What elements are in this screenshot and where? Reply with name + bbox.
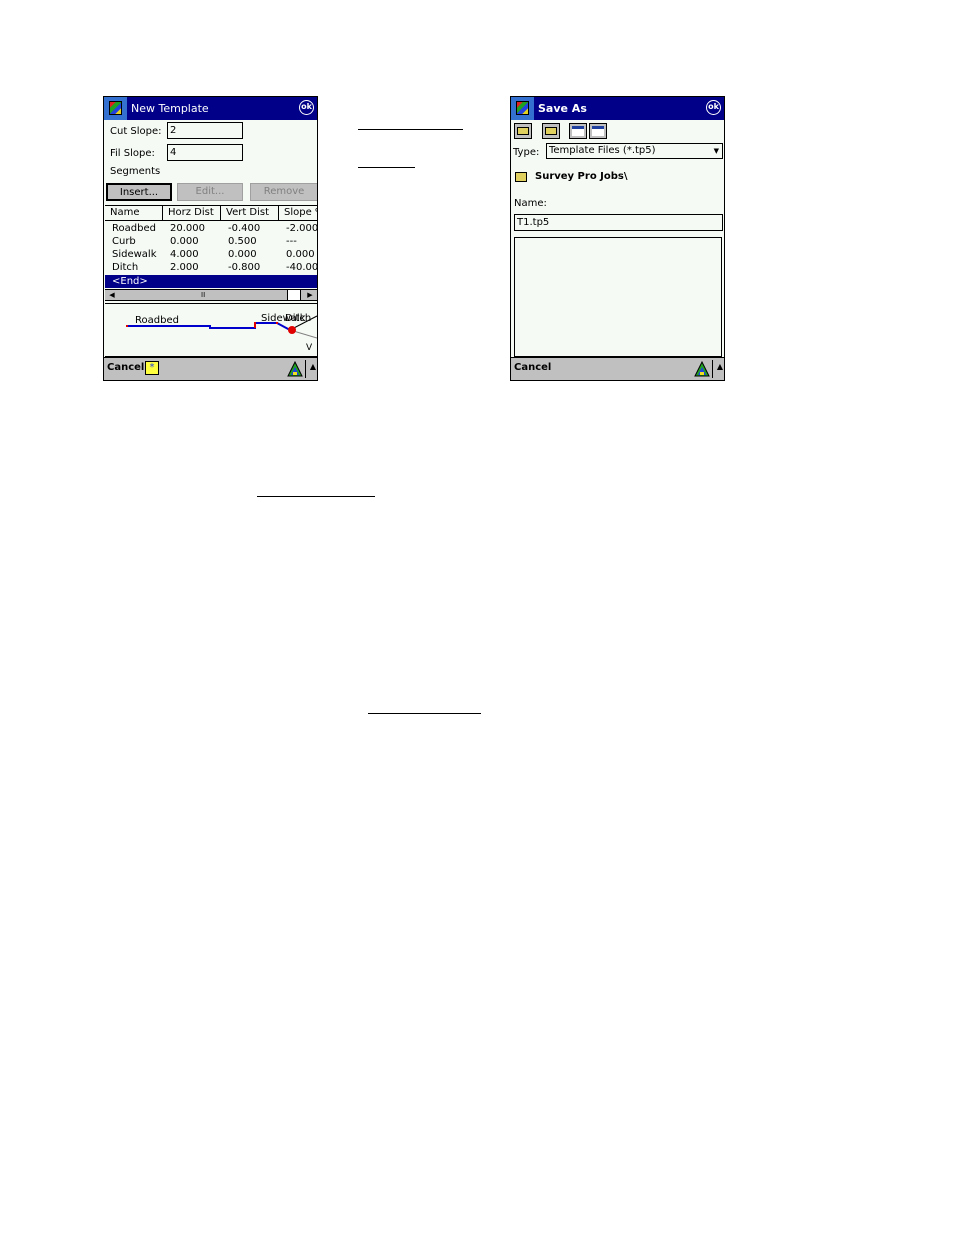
- list-view-icon: [572, 126, 584, 136]
- profile-label-ditch: Ditch: [285, 313, 311, 324]
- cell-name: Sidewalk: [112, 249, 157, 260]
- cell-vert-dist: -0.400: [228, 223, 261, 234]
- fill-slope-input[interactable]: 4: [167, 144, 243, 161]
- template-profile-view[interactable]: Roadbed Sidewalk Ditch V: [105, 303, 317, 357]
- file-list[interactable]: [514, 237, 722, 357]
- save-as-screen: Save As ok Type: Template Files (*.tp5) …: [510, 96, 725, 381]
- table-row-end-selected[interactable]: <End>: [105, 275, 317, 288]
- cell-horz-dist: 2.000: [170, 262, 199, 273]
- footer-separator: [305, 360, 306, 378]
- survey-pro-triangle-icon[interactable]: [694, 361, 710, 377]
- scroll-right-arrow-icon[interactable]: ▶: [303, 290, 317, 300]
- ok-button[interactable]: ok: [706, 100, 721, 115]
- survey-pro-triangle-icon[interactable]: [287, 361, 303, 377]
- scroll-grip-icon: II: [201, 291, 206, 299]
- cell-slope: -40.00: [286, 262, 318, 273]
- folder-path[interactable]: Survey Pro Jobs\: [535, 171, 628, 182]
- profile-label-roadbed: Roadbed: [135, 315, 179, 326]
- scroll-thumb[interactable]: [287, 290, 301, 300]
- file-type-value: Template Files (*.tp5): [549, 145, 656, 156]
- segments-table: Name Horz Dist Vert Dist Slope % Roadbed…: [105, 205, 317, 301]
- cut-slope-input[interactable]: 2: [167, 122, 243, 139]
- column-header-vert-dist[interactable]: Vert Dist: [221, 206, 279, 220]
- window-title: Save As: [538, 102, 587, 115]
- start-button[interactable]: [104, 97, 127, 120]
- column-header-name[interactable]: Name: [105, 206, 163, 220]
- underline-rule: [257, 496, 375, 497]
- column-header-horz-dist[interactable]: Horz Dist: [163, 206, 221, 220]
- column-header-slope[interactable]: Slope %: [279, 206, 317, 220]
- start-button[interactable]: [511, 97, 534, 120]
- scroll-left-arrow-icon[interactable]: ◀: [105, 290, 119, 300]
- fill-slope-label: Fil Slope:: [110, 148, 155, 159]
- cell-name: <End>: [112, 276, 148, 287]
- new-folder-button[interactable]: [542, 123, 560, 139]
- up-folder-button[interactable]: [514, 123, 532, 139]
- file-name-input[interactable]: T1.tp5: [514, 214, 723, 231]
- cancel-button[interactable]: Cancel: [107, 362, 144, 373]
- type-label: Type:: [513, 147, 540, 158]
- cell-vert-dist: 0.000: [228, 249, 257, 260]
- table-row[interactable]: Roadbed 20.000 -0.400 -2.000: [105, 222, 317, 235]
- new-template-screen: New Template ok Cut Slope: 2 Fil Slope: …: [103, 96, 318, 381]
- input-panel-up-arrow-icon[interactable]: ▲: [717, 362, 723, 371]
- details-view-icon: [592, 126, 604, 136]
- underline-rule: [368, 713, 481, 714]
- cell-vert-dist: 0.500: [228, 236, 257, 247]
- ok-button[interactable]: ok: [299, 100, 314, 115]
- horizontal-scrollbar[interactable]: ◀ II ▶: [105, 289, 317, 301]
- point-marker: [126, 325, 128, 327]
- dropdown-arrow-icon[interactable]: ▼: [714, 144, 719, 158]
- window-title: New Template: [131, 102, 209, 115]
- cell-slope: 0.000: [286, 249, 315, 260]
- current-point-marker: [288, 326, 296, 334]
- remove-button[interactable]: Remove: [250, 183, 317, 201]
- name-label: Name:: [514, 198, 547, 209]
- cell-name: Ditch: [112, 262, 139, 273]
- windows-flag-icon: [109, 101, 122, 115]
- cancel-button[interactable]: Cancel: [514, 362, 551, 373]
- cell-horz-dist: 20.000: [170, 223, 205, 234]
- cell-slope: -2.000: [286, 223, 318, 234]
- title-bar: New Template ok: [104, 97, 317, 120]
- folder-search-icon: [515, 172, 527, 182]
- table-row[interactable]: Ditch 2.000 -0.800 -40.00: [105, 261, 317, 274]
- command-bar: Cancel * ▲: [104, 357, 317, 380]
- command-bar: Cancel ▲: [511, 357, 724, 380]
- underline-rule: [358, 129, 463, 130]
- table-header: Name Horz Dist Vert Dist Slope %: [105, 205, 317, 221]
- profile-graphic: Roadbed Sidewalk Ditch V: [126, 313, 317, 353]
- table-row[interactable]: Curb 0.000 0.500 ---: [105, 235, 317, 248]
- profile-label-v: V: [306, 343, 313, 353]
- underline-rule: [358, 167, 415, 168]
- footer-separator: [712, 360, 713, 378]
- cut-slope-label: Cut Slope:: [110, 126, 162, 137]
- list-view-button[interactable]: [569, 123, 587, 139]
- cell-name: Roadbed: [112, 223, 156, 234]
- insert-button[interactable]: Insert...: [106, 183, 172, 201]
- new-folder-icon: [545, 127, 557, 135]
- details-view-button[interactable]: [589, 123, 607, 139]
- windows-flag-icon: [516, 101, 529, 115]
- cell-vert-dist: -0.800: [228, 262, 261, 273]
- cell-horz-dist: 4.000: [170, 249, 199, 260]
- edit-button[interactable]: Edit...: [177, 183, 243, 201]
- cell-slope: ---: [286, 236, 297, 247]
- star-icon[interactable]: *: [145, 361, 159, 375]
- cell-horz-dist: 0.000: [170, 236, 199, 247]
- title-bar: Save As ok: [511, 97, 724, 120]
- segments-label: Segments: [110, 166, 161, 177]
- file-type-dropdown[interactable]: Template Files (*.tp5) ▼: [546, 143, 723, 159]
- table-row[interactable]: Sidewalk 4.000 0.000 0.000: [105, 248, 317, 261]
- up-folder-icon: [517, 127, 529, 135]
- input-panel-up-arrow-icon[interactable]: ▲: [310, 362, 316, 371]
- cell-name: Curb: [112, 236, 136, 247]
- point-marker: [254, 322, 256, 328]
